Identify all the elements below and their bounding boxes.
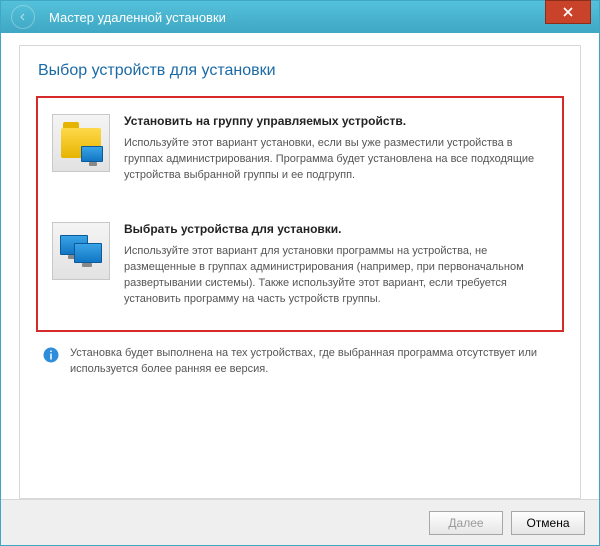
options-container: Установить на группу управляемых устройс… [36, 96, 564, 332]
next-button[interactable]: Далее [429, 511, 503, 535]
content-area: Выбор устройств для установки Установить… [1, 33, 599, 499]
option-title: Выбрать устройства для установки. [124, 222, 548, 236]
titlebar: Мастер удаленной установки [1, 1, 599, 33]
option-desc: Используйте этот вариант установки, если… [124, 136, 548, 184]
info-text: Установка будет выполнена на тех устройс… [70, 346, 564, 378]
wizard-window: Мастер удаленной установки Выбор устройс… [0, 0, 600, 546]
info-icon [42, 346, 60, 367]
option-install-on-group[interactable]: Установить на группу управляемых устройс… [48, 106, 552, 192]
back-icon [11, 5, 35, 29]
inner-panel: Выбор устройств для установки Установить… [19, 45, 581, 499]
page-heading: Выбор устройств для установки [38, 62, 564, 80]
option-text: Установить на группу управляемых устройс… [124, 114, 548, 184]
option-select-devices[interactable]: Выбрать устройства для установки. Исполь… [48, 214, 552, 316]
info-row: Установка будет выполнена на тех устройс… [36, 346, 564, 378]
option-text: Выбрать устройства для установки. Исполь… [124, 222, 548, 308]
devices-icon [52, 222, 110, 280]
close-icon [563, 7, 573, 17]
close-button[interactable] [545, 0, 591, 24]
folder-devices-icon [52, 114, 110, 172]
option-desc: Используйте этот вариант для установки п… [124, 244, 548, 308]
cancel-button[interactable]: Отмена [511, 511, 585, 535]
window-title: Мастер удаленной установки [49, 10, 226, 25]
option-title: Установить на группу управляемых устройс… [124, 114, 548, 128]
footer: Далее Отмена [1, 499, 599, 545]
